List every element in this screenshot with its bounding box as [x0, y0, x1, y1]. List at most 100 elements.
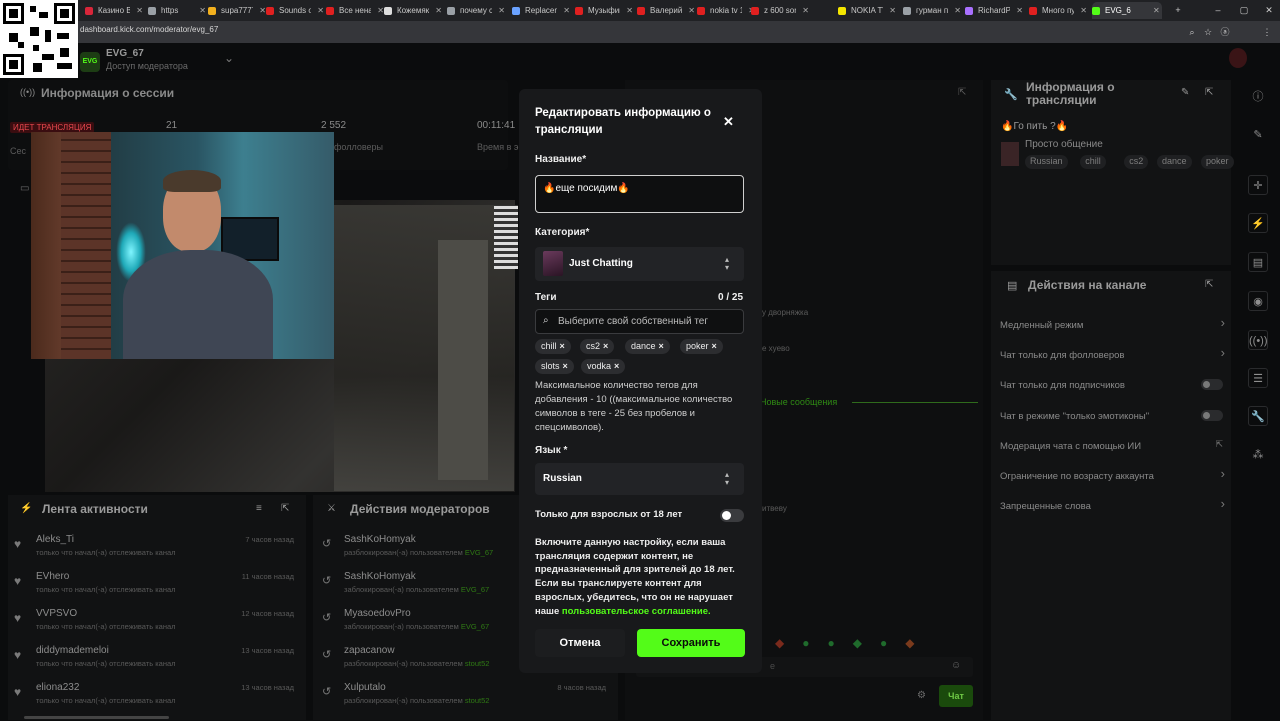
channel-action-item[interactable]: Модерация чата с помощью ИИ ⇱ [1000, 437, 1225, 457]
tab-close-icon[interactable]: ✕ [1080, 6, 1087, 15]
apps-icon[interactable]: ⁂ [1248, 445, 1268, 465]
browser-tab[interactable]: почему со ✕ [447, 2, 505, 19]
tab-close-icon[interactable]: ✕ [1016, 6, 1023, 15]
channel-actions-popout-icon[interactable]: ⇱ [1205, 279, 1213, 290]
browser-tab[interactable]: EVG_6 ✕ [1092, 2, 1162, 19]
tag-chip[interactable]: chill × [535, 339, 571, 354]
chat-popout-icon[interactable]: ⇱ [958, 87, 966, 98]
crosshair-icon[interactable]: ✛ [1248, 175, 1268, 195]
adult-toggle[interactable] [720, 509, 744, 522]
chat-send-button[interactable]: Чат [939, 685, 973, 707]
bookmark-star-icon[interactable]: ☆ [1203, 27, 1213, 37]
close-icon[interactable]: ✕ [723, 114, 734, 130]
browser-tab[interactable]: NOKIA TV ✕ [838, 2, 896, 19]
url-field[interactable]: dashboard.kick.com/moderator/evg_67 [80, 25, 218, 34]
remove-tag-icon[interactable]: × [603, 341, 608, 351]
toggle-switch[interactable] [1201, 409, 1223, 421]
channel-action-item[interactable]: Ограничение по возрасту аккаунта › [1000, 466, 1225, 487]
tab-close-icon[interactable]: ✕ [802, 6, 809, 15]
tag-chip[interactable]: cs2 × [580, 339, 615, 354]
browser-tab[interactable]: nokia tv 10✕ [697, 2, 755, 19]
cancel-button[interactable]: Отмена [535, 629, 625, 657]
channel-action-item[interactable]: Чат только для фолловеров › [1000, 345, 1225, 366]
remove-tag-icon[interactable]: × [560, 341, 565, 351]
tab-close-icon[interactable]: ✕ [435, 6, 442, 15]
info-icon[interactable]: ⓘ [1248, 87, 1268, 107]
channel-action-item[interactable]: Чат только для подписчиков [1000, 376, 1225, 396]
browser-tab[interactable]: Музыфигь ✕ [575, 2, 633, 19]
browser-tab[interactable]: Валерий М ✕ [637, 2, 695, 19]
list-icon[interactable]: ☰ [1248, 368, 1268, 388]
tab-close-icon[interactable]: ✕ [498, 6, 505, 15]
stream-info-popout-icon[interactable]: ⇱ [1205, 87, 1213, 98]
tab-close-icon[interactable]: ✕ [1153, 6, 1160, 15]
tab-close-icon[interactable]: ✕ [626, 6, 633, 15]
browser-tab[interactable]: Казино Be ✕ [85, 2, 143, 19]
save-button[interactable]: Сохранить [637, 629, 745, 657]
wrench-rail-icon[interactable]: 🔧 [1248, 406, 1268, 426]
tag-chip[interactable]: slots × [535, 359, 574, 374]
tab-close-icon[interactable]: ✕ [136, 6, 143, 15]
tag-chip[interactable]: dance × [625, 339, 670, 354]
browser-tab[interactable]: https ✕ [148, 2, 206, 19]
user-avatar[interactable] [1229, 48, 1247, 68]
remove-tag-icon[interactable]: × [563, 361, 568, 371]
chat-bubble-icon[interactable]: ◉ [1248, 291, 1268, 311]
browser-menu-icon[interactable]: ⋮ [1262, 27, 1272, 37]
remove-tag-icon[interactable]: × [659, 341, 664, 351]
browser-tab[interactable]: Все ненави ✕ [326, 2, 384, 19]
emote-icon[interactable]: ● [802, 636, 809, 654]
emote-icon[interactable]: ◆ [775, 636, 784, 654]
document-icon[interactable]: ▤ [1248, 252, 1268, 272]
category-select[interactable]: Just Chatting ▴ ▾ [535, 247, 744, 281]
tab-close-icon[interactable]: ✕ [954, 6, 961, 15]
browser-tab[interactable]: Много пу ✕ [1029, 2, 1087, 19]
tag-chip[interactable]: poker × [680, 339, 723, 354]
browser-tab[interactable]: Replaceme ✕ [512, 2, 570, 19]
chat-settings-icon[interactable]: ⚙ [917, 690, 926, 701]
chevron-down-icon[interactable]: ⌄ [224, 51, 234, 65]
browser-tab[interactable]: supa7777 ✕ [208, 2, 266, 19]
emote-icon[interactable]: ◆ [853, 636, 862, 654]
pen-icon[interactable]: ✎ [1248, 125, 1268, 145]
restore-icon[interactable]: ▢ [1239, 5, 1249, 15]
emote-icon[interactable]: ● [880, 636, 887, 654]
broadcast-icon[interactable]: ((•)) [1248, 330, 1268, 350]
zoom-icon[interactable]: ⌕ [1187, 27, 1197, 37]
popout-icon[interactable]: ⇱ [281, 503, 289, 514]
channel-action-item[interactable]: Запрещенные слова › [1000, 496, 1225, 517]
emote-icon[interactable]: ◆ [905, 636, 914, 654]
browser-tab[interactable]: z 600 sonic ✕ [751, 2, 809, 19]
stream-name-field[interactable]: 🔥еще посидим🔥 [535, 175, 744, 213]
close-window-icon[interactable]: ✕ [1264, 5, 1274, 15]
horizontal-scrollbar[interactable] [24, 716, 169, 719]
channel-avatar[interactable]: EVG [80, 52, 100, 72]
stream-controls-icon[interactable]: ▭ [20, 183, 29, 194]
bolt-icon[interactable]: ⚡ [1248, 213, 1268, 233]
tag-chip[interactable]: vodka × [581, 359, 626, 374]
tab-close-icon[interactable]: ✕ [199, 6, 206, 15]
user-agreement-link[interactable]: пользовательское соглашение. [562, 606, 711, 617]
language-select[interactable]: Russian ▴ ▾ [535, 463, 744, 495]
filter-icon[interactable]: ≡ [256, 503, 262, 514]
tab-close-icon[interactable]: ✕ [377, 6, 384, 15]
new-tab-icon[interactable]: + [1173, 5, 1183, 15]
tab-close-icon[interactable]: ✕ [259, 6, 266, 15]
edit-icon[interactable]: ✎ [1181, 87, 1189, 98]
minimize-icon[interactable]: – [1213, 5, 1223, 15]
browser-tab[interactable]: RichardPo ✕ [965, 2, 1023, 19]
extension-icon[interactable]: ⓐ [1220, 27, 1230, 37]
emote-icon[interactable]: ● [827, 636, 834, 654]
tab-close-icon[interactable]: ✕ [563, 6, 570, 15]
browser-tab[interactable]: Кожемяки ✕ [384, 2, 442, 19]
emoji-icon[interactable]: ☺ [951, 660, 961, 671]
browser-tab[interactable]: Sounds of ✕ [266, 2, 324, 19]
toggle-switch[interactable] [1201, 379, 1223, 391]
tab-close-icon[interactable]: ✕ [889, 6, 896, 15]
remove-tag-icon[interactable]: × [712, 341, 717, 351]
tab-close-icon[interactable]: ✕ [317, 6, 324, 15]
tab-close-icon[interactable]: ✕ [688, 6, 695, 15]
remove-tag-icon[interactable]: × [614, 361, 619, 371]
browser-tab[interactable]: гурман пе ✕ [903, 2, 961, 19]
channel-action-item[interactable]: Чат в режиме "только эмотиконы" [1000, 407, 1225, 427]
